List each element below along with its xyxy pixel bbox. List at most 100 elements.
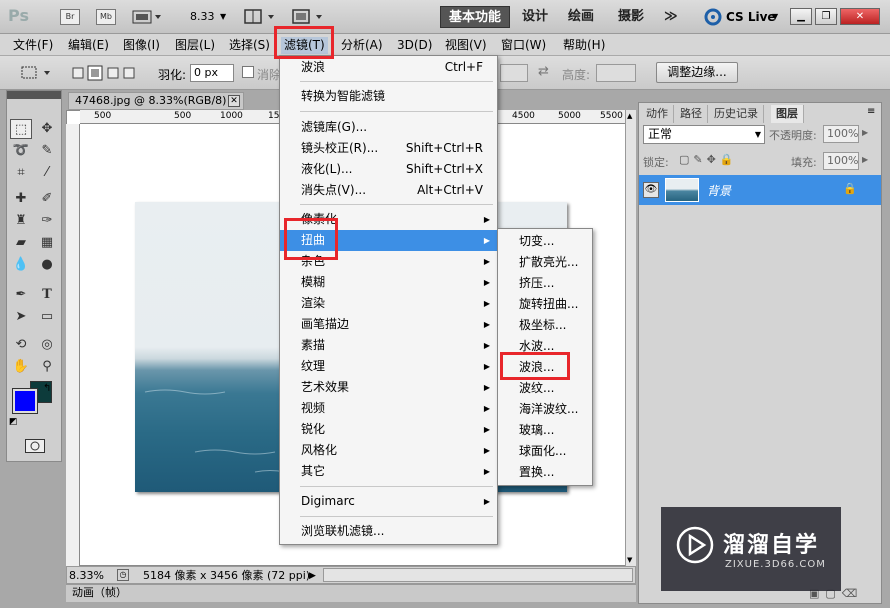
tab-layers[interactable]: 图层 bbox=[771, 105, 804, 123]
bridge-button[interactable]: Br bbox=[60, 9, 80, 25]
close-document-icon[interactable]: ✕ bbox=[228, 95, 240, 107]
workspace-design[interactable]: 设计 bbox=[514, 6, 556, 28]
eraser-tool-icon[interactable]: ▰ bbox=[10, 233, 32, 253]
swap-icon[interactable]: ⇄ bbox=[538, 64, 549, 79]
filter-lens-correction[interactable]: 镜头校正(R)... Shift+Ctrl+R bbox=[280, 138, 497, 159]
distort-shear[interactable]: 切变... bbox=[498, 231, 592, 252]
distort-polar-coordinates[interactable]: 极坐标... bbox=[498, 315, 592, 336]
menu-view[interactable]: 视图(V) bbox=[442, 37, 490, 54]
animation-panel-tab[interactable]: 动画（帧） bbox=[66, 584, 636, 602]
blur-tool-icon[interactable]: 💧 bbox=[10, 255, 32, 275]
menu-help[interactable]: 帮助(H) bbox=[560, 37, 608, 54]
type-tool-icon[interactable]: T bbox=[36, 285, 58, 305]
filter-browse-online[interactable]: 浏览联机滤镜... bbox=[280, 521, 497, 542]
layer-row-background[interactable]: 👁 背景 🔒 bbox=[639, 175, 881, 205]
hand-tool-icon[interactable]: ✋ bbox=[10, 357, 32, 377]
filter-render[interactable]: 渲染 ▶ bbox=[280, 293, 497, 314]
distort-spherize[interactable]: 球面化... bbox=[498, 441, 592, 462]
distort-displace[interactable]: 置换... bbox=[498, 462, 592, 483]
swap-colors-icon[interactable]: ↰ bbox=[43, 383, 51, 394]
restore-button[interactable]: ❐ bbox=[815, 8, 837, 25]
menu-file[interactable]: 文件(F) bbox=[10, 37, 56, 54]
scroll-up-icon[interactable]: ▲ bbox=[627, 112, 632, 120]
history-brush-tool-icon[interactable]: ✑ bbox=[36, 211, 58, 231]
filter-stylize[interactable]: 风格化 ▶ bbox=[280, 440, 497, 461]
arrange-documents-icon[interactable] bbox=[244, 9, 278, 25]
tools-panel-header[interactable] bbox=[7, 91, 61, 99]
distort-twirl[interactable]: 旋转扭曲... bbox=[498, 294, 592, 315]
filter-convert-smart[interactable]: 转换为智能滤镜 bbox=[280, 86, 497, 107]
fill-input[interactable]: 100% bbox=[823, 152, 859, 170]
antialias-checkbox[interactable] bbox=[242, 66, 254, 78]
menu-analysis[interactable]: 分析(A) bbox=[338, 37, 386, 54]
shape-tool-icon[interactable]: ▭ bbox=[36, 307, 58, 327]
blend-mode-dropdown-icon[interactable]: ▼ bbox=[755, 126, 761, 143]
tab-actions[interactable]: 动作 bbox=[641, 105, 674, 123]
vertical-scrollbar[interactable]: ▲ ▼ bbox=[625, 110, 636, 566]
filter-artistic[interactable]: 艺术效果 ▶ bbox=[280, 377, 497, 398]
filter-digimarc[interactable]: Digimarc ▶ bbox=[280, 491, 497, 512]
marquee-tool-icon[interactable]: ⬚ bbox=[10, 119, 32, 139]
filter-vanishing-point[interactable]: 消失点(V)... Alt+Ctrl+V bbox=[280, 180, 497, 201]
foreground-color-swatch[interactable] bbox=[12, 388, 38, 414]
zoom-tool-icon[interactable]: ⚲ bbox=[36, 357, 58, 377]
tab-paths[interactable]: 路径 bbox=[675, 105, 708, 123]
zoom-dropdown-icon[interactable]: ▼ bbox=[220, 12, 226, 21]
zoom-level[interactable]: 8.33% bbox=[69, 568, 104, 584]
width-input[interactable] bbox=[500, 64, 528, 82]
menu-window[interactable]: 窗口(W) bbox=[498, 37, 549, 54]
minimize-button[interactable]: ▁ bbox=[790, 8, 812, 25]
filter-video[interactable]: 视频 ▶ bbox=[280, 398, 497, 419]
3d-rotate-tool-icon[interactable]: ⟲ bbox=[10, 335, 32, 355]
lock-icons[interactable]: ▢✎✥🔒 bbox=[679, 153, 738, 166]
scroll-down-icon[interactable]: ▼ bbox=[627, 556, 632, 564]
selection-mode-icons[interactable] bbox=[72, 65, 142, 81]
filter-gallery[interactable]: 滤镜库(G)... bbox=[280, 117, 497, 138]
tab-history[interactable]: 历史记录 bbox=[709, 105, 764, 123]
menu-edit[interactable]: 编辑(E) bbox=[65, 37, 112, 54]
distort-ripple[interactable]: 波纹... bbox=[498, 378, 592, 399]
move-tool-icon[interactable]: ✥ bbox=[36, 119, 58, 139]
menu-select[interactable]: 选择(S) bbox=[226, 37, 273, 54]
brush-tool-icon[interactable]: ✐ bbox=[36, 189, 58, 209]
blend-mode-select[interactable]: 正常 ▼ bbox=[643, 125, 765, 144]
distort-glass[interactable]: 玻璃... bbox=[498, 420, 592, 441]
filter-liquify[interactable]: 液化(L)... Shift+Ctrl+X bbox=[280, 159, 497, 180]
dodge-tool-icon[interactable]: ● bbox=[36, 255, 58, 275]
filter-texture[interactable]: 纹理 ▶ bbox=[280, 356, 497, 377]
workspace-painting[interactable]: 绘画 bbox=[560, 6, 602, 28]
layer-visibility-eye-icon[interactable]: 👁 bbox=[643, 182, 659, 198]
3d-orbit-tool-icon[interactable]: ◎ bbox=[36, 335, 58, 355]
filter-blur[interactable]: 模糊 ▶ bbox=[280, 272, 497, 293]
filter-last-wave[interactable]: 波浪 Ctrl+F bbox=[280, 57, 497, 78]
lasso-tool-icon[interactable]: ➰ bbox=[10, 141, 32, 161]
workspace-photography[interactable]: 摄影 bbox=[610, 6, 652, 28]
opacity-input[interactable]: 100% bbox=[823, 125, 859, 143]
crop-tool-icon[interactable]: ⌗ bbox=[10, 163, 32, 183]
refine-edge-button[interactable]: 调整边缘... bbox=[656, 62, 738, 83]
close-button[interactable]: ✕ bbox=[840, 8, 880, 25]
quick-select-tool-icon[interactable]: ✎ bbox=[36, 141, 58, 161]
clone-stamp-tool-icon[interactable]: ♜ bbox=[10, 211, 32, 231]
distort-diffuse-glow[interactable]: 扩散亮光... bbox=[498, 252, 592, 273]
pen-tool-icon[interactable]: ✒ bbox=[10, 285, 32, 305]
menu-3d[interactable]: 3D(D) bbox=[394, 37, 435, 54]
feather-input[interactable]: 0 px bbox=[190, 64, 234, 82]
path-select-tool-icon[interactable]: ➤ bbox=[10, 307, 32, 327]
opacity-slider-icon[interactable]: ▶ bbox=[862, 128, 868, 137]
zoom-readout[interactable]: 8.33 bbox=[190, 10, 215, 23]
height-input[interactable] bbox=[596, 64, 636, 82]
workspace-essentials[interactable]: 基本功能 bbox=[440, 6, 511, 28]
fill-slider-icon[interactable]: ▶ bbox=[862, 155, 868, 164]
mini-bridge-button[interactable]: Mb bbox=[96, 9, 116, 25]
default-colors-icon[interactable]: ◩ bbox=[9, 417, 18, 427]
healing-brush-tool-icon[interactable]: ✚ bbox=[10, 189, 32, 209]
screen-mode-icon[interactable] bbox=[292, 9, 326, 25]
marquee-preset-icon[interactable] bbox=[20, 65, 56, 81]
cslive-button[interactable]: CS Live bbox=[726, 10, 776, 24]
status-menu-icon[interactable]: ▶ bbox=[309, 568, 316, 584]
eyedropper-tool-icon[interactable]: ⁄ bbox=[36, 163, 58, 183]
panel-menu-icon[interactable]: ≡ bbox=[867, 106, 875, 117]
document-tab[interactable]: 47468.jpg @ 8.33%(RGB/8) bbox=[68, 92, 244, 110]
menu-layer[interactable]: 图层(L) bbox=[172, 37, 218, 54]
